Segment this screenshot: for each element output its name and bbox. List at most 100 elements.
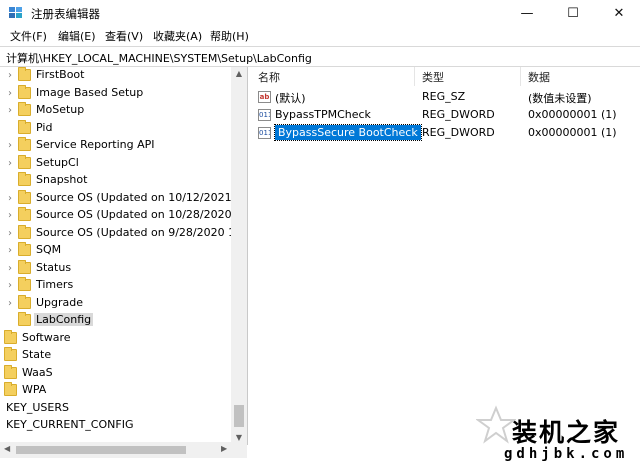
chevron-right-icon[interactable]: › — [0, 350, 2, 361]
tree-item[interactable]: › SetupCl — [0, 154, 232, 172]
chevron-right-icon[interactable]: › — [8, 193, 16, 204]
column-divider[interactable] — [520, 67, 521, 86]
folder-icon — [18, 312, 31, 326]
tree-item[interactable]: › Source OS (Updated on 10/28/2020 1 — [0, 207, 242, 224]
folder-icon — [18, 154, 31, 169]
column-header-type[interactable]: 类型 — [422, 69, 444, 85]
address-path: 计算机\HKEY_LOCAL_MACHINE\SYSTEM\Setup\LabC… — [6, 52, 312, 65]
tree-item[interactable]: Snapshot — [0, 172, 232, 189]
tree-item[interactable]: › Service Reporting API — [0, 137, 232, 154]
star-icon — [476, 405, 516, 444]
menu-help[interactable]: 帮助(H) — [210, 28, 249, 44]
chevron-right-icon[interactable]: › — [8, 280, 16, 291]
chevron-right-icon[interactable]: › — [0, 385, 2, 396]
tree-item-label: Source OS (Updated on 9/28/2020 15 — [36, 225, 243, 239]
menu-bar: 文件(F) 编辑(E) 查看(V) 收藏夹(A) 帮助(H) — [0, 27, 640, 45]
folder-icon — [18, 84, 31, 99]
tree-item-label: Timers — [36, 278, 74, 291]
chevron-right-icon[interactable]: › — [0, 368, 2, 379]
value-name: BypassTPMCheck — [275, 108, 371, 121]
tree-vertical-scrollbar[interactable]: ▲ ▼ — [231, 67, 247, 445]
chevron-right-icon[interactable]: › — [0, 333, 2, 344]
tree-item[interactable]: › Source OS (Updated on 9/28/2020 15 — [0, 224, 242, 242]
tree-item-label: Source OS (Updated on 10/12/2021 1 — [36, 190, 243, 204]
chevron-right-icon[interactable]: › — [8, 210, 16, 221]
chevron-right-icon[interactable]: › — [8, 105, 16, 116]
chevron-right-icon[interactable]: › — [8, 140, 16, 151]
folder-icon — [18, 294, 31, 309]
tree-item[interactable]: KEY_CURRENT_CONFIG — [0, 417, 232, 434]
binary-value-icon: 011 — [258, 127, 271, 139]
column-divider[interactable] — [414, 67, 415, 86]
tree-item-label: SQM — [36, 243, 62, 256]
folder-icon — [18, 119, 31, 134]
close-button[interactable]: ✕ — [596, 0, 640, 27]
registry-editor-icon — [9, 7, 22, 18]
folder-icon — [18, 189, 31, 204]
folder-icon — [18, 67, 31, 81]
value-row[interactable]: 011 BypassTPMCheck REG_DWORD 0x00000001 (1) — [250, 106, 640, 124]
scroll-up-arrow-icon[interactable]: ▲ — [231, 69, 247, 78]
value-data: (数值未设置) — [528, 92, 592, 105]
tree-item[interactable]: › Software — [0, 329, 232, 347]
folder-icon — [18, 102, 31, 116]
tree-item[interactable]: › WPA — [0, 382, 232, 399]
tree-item-label: SetupCl — [36, 155, 79, 169]
tree-item[interactable]: › State — [0, 347, 232, 364]
chevron-right-icon[interactable]: › — [8, 228, 16, 239]
tree-item-label: WPA — [22, 383, 47, 396]
folder-icon — [18, 224, 31, 239]
tree-item[interactable]: KEY_USERS — [0, 400, 232, 417]
folder-icon — [4, 382, 17, 396]
tree-horizontal-scrollbar[interactable]: ◀ ▶ — [0, 442, 247, 458]
binary-value-icon: 011 — [258, 109, 271, 121]
tree-item[interactable]: › Source OS (Updated on 10/12/2021 1 — [0, 189, 242, 207]
tree-item-label: Image Based Setup — [36, 85, 144, 99]
tree-item-label: KEY_USERS — [6, 400, 69, 414]
column-header-data[interactable]: 数据 — [528, 69, 550, 85]
tree-item[interactable]: Pid — [0, 119, 232, 137]
chevron-right-icon[interactable]: › — [8, 245, 16, 256]
tree-item[interactable]: › MoSetup — [0, 102, 232, 119]
tree-item[interactable]: › Image Based Setup — [0, 84, 232, 102]
tree-item[interactable]: LabConfig — [0, 312, 232, 329]
tree-item[interactable]: › SQM — [0, 242, 232, 259]
address-bar[interactable]: 计算机\HKEY_LOCAL_MACHINE\SYSTEM\Setup\LabC… — [0, 46, 640, 67]
scroll-down-arrow-icon[interactable]: ▼ — [231, 433, 247, 442]
tree-item-label: MoSetup — [36, 103, 85, 116]
column-header-name[interactable]: 名称 — [258, 69, 280, 85]
tree-item-label: LabConfig — [34, 313, 94, 326]
scrollbar-thumb[interactable] — [16, 446, 186, 454]
menu-favorites[interactable]: 收藏夹(A) — [153, 28, 202, 44]
watermark-url: gdhjbk.com — [504, 446, 629, 462]
menu-view[interactable]: 查看(V) — [105, 28, 143, 44]
scrollbar-thumb[interactable] — [234, 405, 244, 427]
key-tree: › FirstBoot › Image Based Setup › MoSetup Pid ›… — [0, 67, 248, 445]
folder-icon — [4, 364, 17, 379]
tree-item[interactable]: › WaaS — [0, 364, 232, 382]
tree-item-label: State — [22, 348, 52, 361]
chevron-right-icon[interactable]: › — [8, 298, 16, 309]
tree-item[interactable]: › Timers — [0, 277, 232, 294]
tree-item[interactable]: › FirstBoot — [0, 67, 232, 84]
watermark: 装机之家 gdhjbk.com — [476, 405, 640, 466]
minimize-button[interactable]: — — [504, 0, 550, 27]
tree-item[interactable]: › Upgrade — [0, 294, 232, 312]
chevron-right-icon[interactable]: › — [8, 70, 16, 81]
chevron-right-icon[interactable]: › — [8, 88, 16, 99]
chevron-right-icon[interactable]: › — [8, 263, 16, 274]
tree-item-label: Upgrade — [36, 295, 84, 309]
value-type: REG_SZ — [422, 90, 466, 103]
scroll-left-arrow-icon[interactable]: ◀ — [4, 444, 10, 453]
chevron-right-icon[interactable]: › — [8, 158, 16, 169]
string-value-icon: ab — [258, 91, 271, 103]
tree-item-label: Source OS (Updated on 10/28/2020 1 — [36, 208, 243, 221]
value-row[interactable]: ab (默认) REG_SZ (数值未设置) — [250, 88, 640, 106]
tree-item[interactable]: › Status — [0, 259, 232, 277]
value-row[interactable]: 011BypassSecure BootCheckREG_DWORD 0x0000… — [250, 124, 640, 142]
menu-file[interactable]: 文件(F) — [10, 28, 47, 44]
menu-edit[interactable]: 编辑(E) — [58, 28, 96, 44]
value-data: 0x00000001 (1) — [528, 108, 617, 121]
scroll-right-arrow-icon[interactable]: ▶ — [221, 444, 227, 453]
maximize-button[interactable]: ☐ — [550, 0, 596, 27]
